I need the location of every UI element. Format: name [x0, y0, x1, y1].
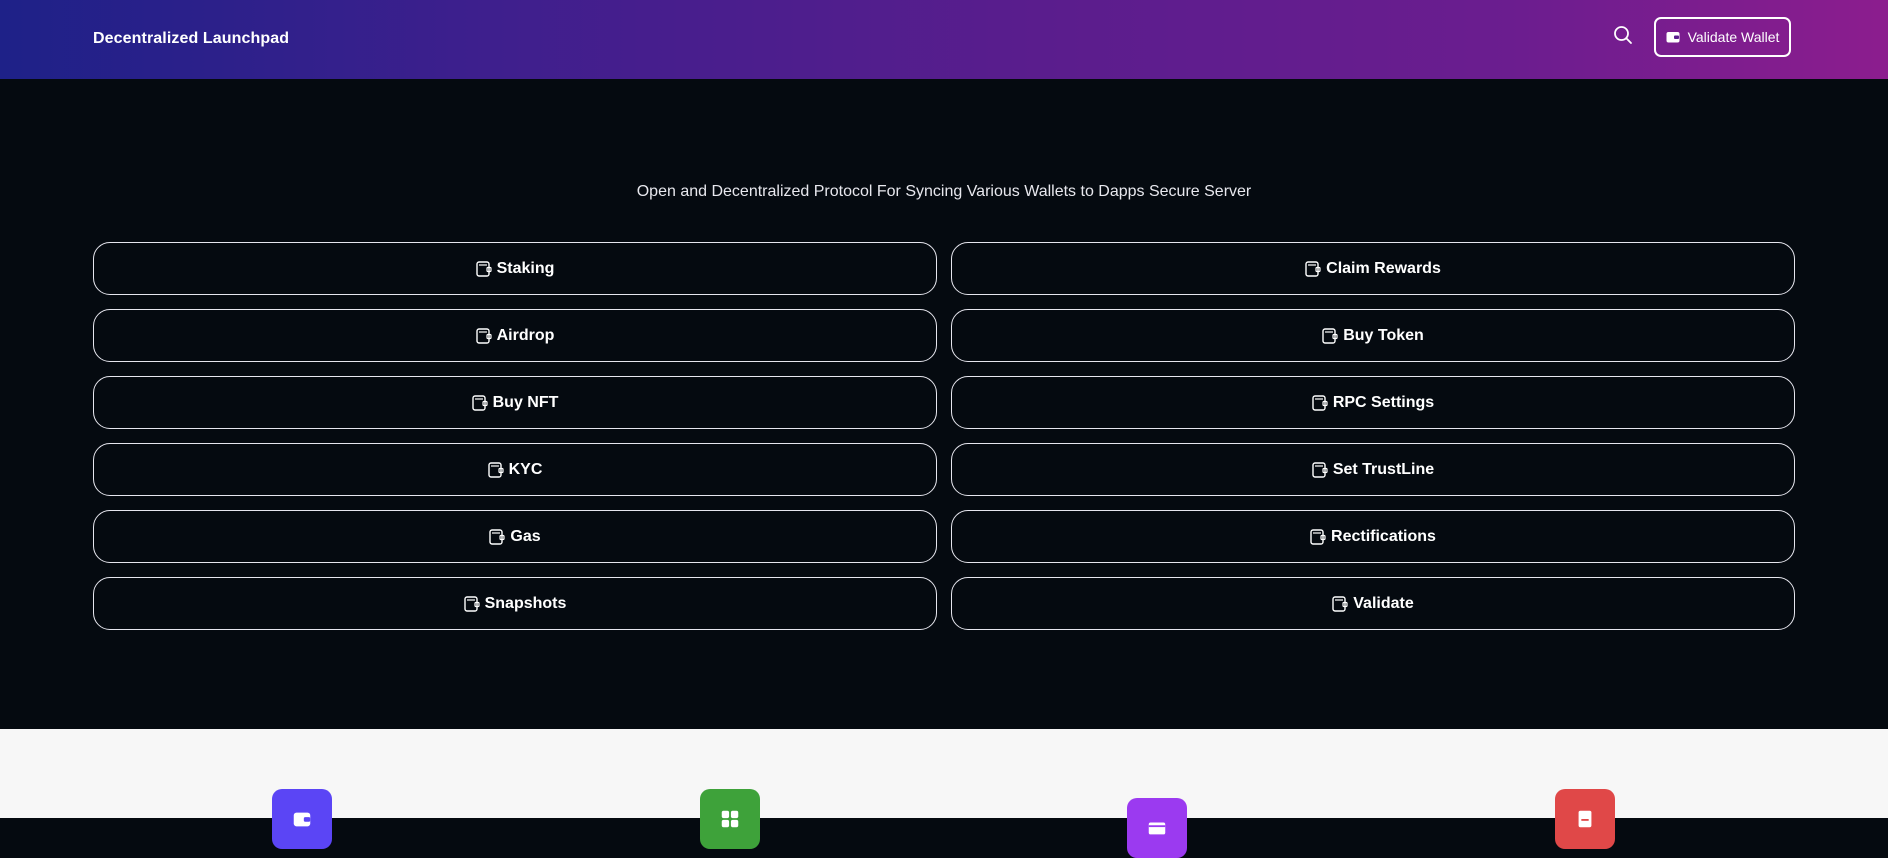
action-label: Claim Rewards — [1326, 259, 1441, 277]
action-label: Set TrustLine — [1332, 460, 1435, 478]
action-label: Gas — [510, 527, 541, 545]
set-trustline-button[interactable]: Set TrustLine — [951, 443, 1795, 496]
wallet-icon — [475, 327, 492, 344]
wallet-icon — [489, 528, 505, 545]
feature-card-icon — [1127, 798, 1187, 858]
wallet-icon — [1305, 260, 1321, 277]
rectifications-button[interactable]: Rectifications — [951, 510, 1795, 563]
action-grid: Staking Claim Rewards Airdrop Buy Token … — [93, 242, 1795, 630]
wallet-icon — [471, 394, 488, 411]
validate-wallet-button[interactable]: Validate Wallet — [1654, 17, 1791, 57]
wallet-icon — [1310, 528, 1326, 545]
snapshots-button[interactable]: Snapshots — [93, 577, 937, 630]
wallet-icon — [475, 260, 492, 277]
buy-nft-button[interactable]: Buy NFT — [93, 376, 937, 429]
wallet-icon — [1666, 32, 1680, 43]
feature-document-icon — [1555, 789, 1615, 849]
top-navbar: Decentralized Launchpad Validate Wallet — [0, 0, 1888, 79]
wallet-icon — [487, 461, 504, 478]
action-label: Snapshots — [484, 594, 567, 612]
gas-button[interactable]: Gas — [93, 510, 937, 563]
wallet-icon — [1312, 394, 1328, 411]
action-label: Validate — [1353, 594, 1414, 612]
action-label: RPC Settings — [1332, 393, 1435, 411]
claim-rewards-button[interactable]: Claim Rewards — [951, 242, 1795, 295]
action-label: Rectifications — [1331, 527, 1436, 545]
feature-wallet-icon — [272, 789, 332, 849]
airdrop-button[interactable]: Airdrop — [93, 309, 937, 362]
wallet-icon — [1332, 595, 1348, 612]
wallet-icon — [1312, 461, 1328, 478]
action-label: Buy NFT — [492, 393, 559, 411]
features-section — [0, 729, 1888, 858]
action-label: Airdrop — [496, 326, 555, 344]
action-label: Staking — [496, 259, 555, 277]
kyc-button[interactable]: KYC — [93, 443, 937, 496]
wallet-icon — [463, 595, 480, 612]
rpc-settings-button[interactable]: RPC Settings — [951, 376, 1795, 429]
wallet-icon — [1322, 327, 1338, 344]
validate-button[interactable]: Validate — [951, 577, 1795, 630]
feature-grid-icon — [700, 789, 760, 849]
brand-title[interactable]: Decentralized Launchpad — [93, 30, 289, 48]
validate-wallet-label: Validate Wallet — [1687, 29, 1780, 45]
hero-subtitle: Open and Decentralized Protocol For Sync… — [636, 183, 1252, 200]
action-label: KYC — [508, 460, 543, 478]
staking-button[interactable]: Staking — [93, 242, 937, 295]
search-icon[interactable] — [1612, 24, 1634, 46]
action-label: Buy Token — [1343, 326, 1424, 344]
buy-token-button[interactable]: Buy Token — [951, 309, 1795, 362]
